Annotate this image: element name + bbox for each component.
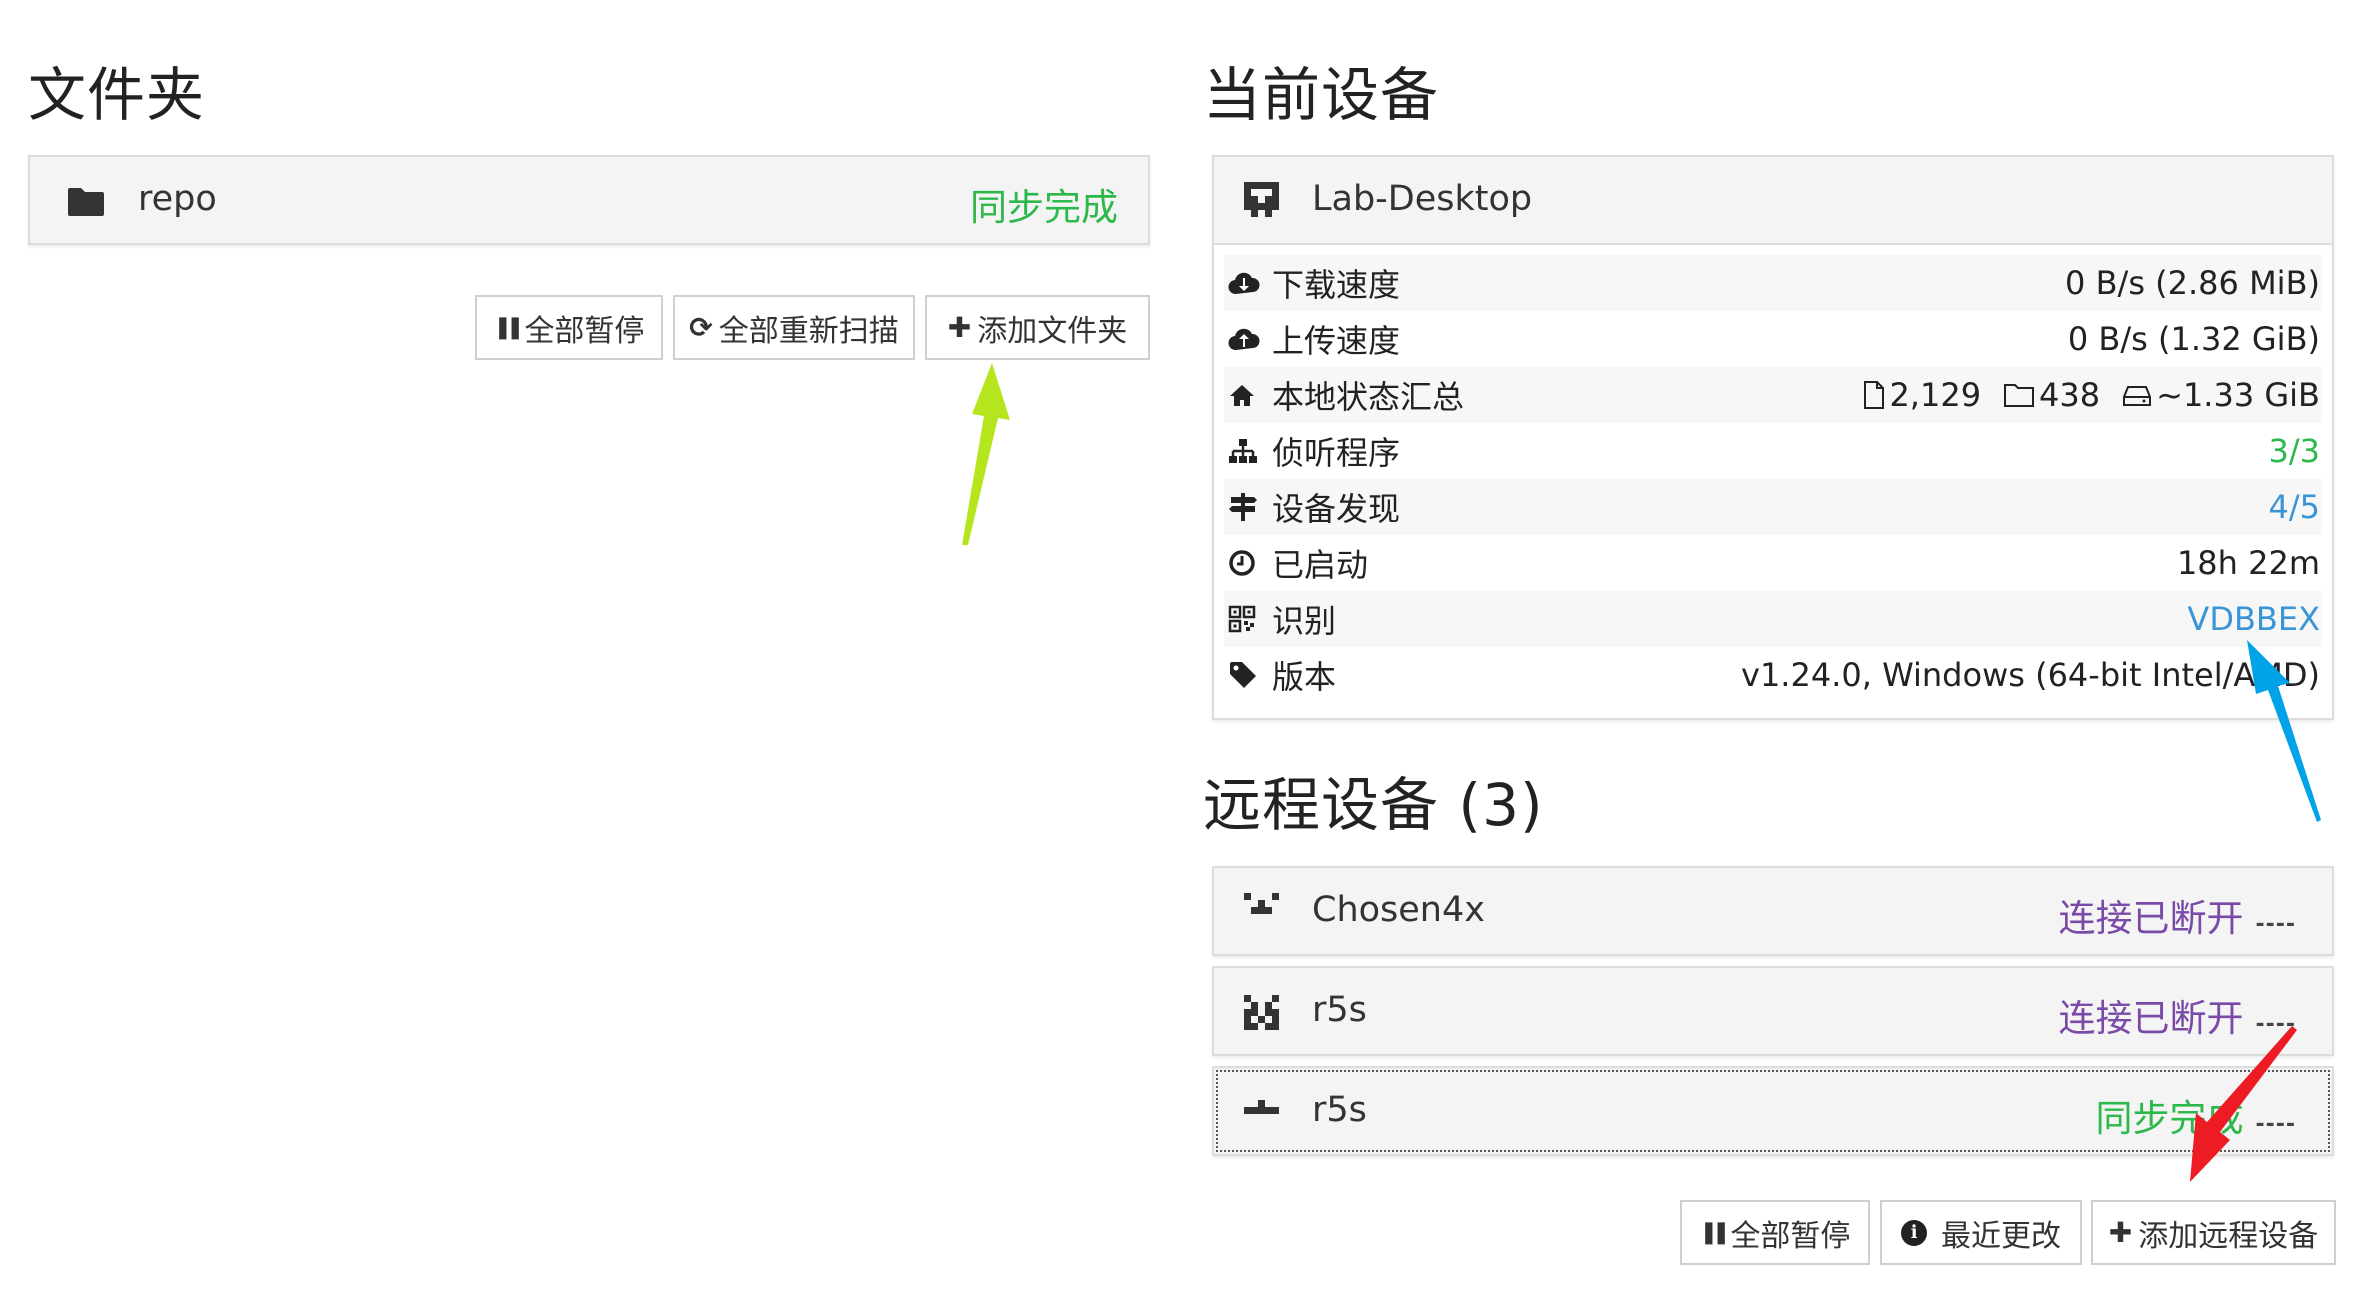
- recent-changes-button[interactable]: ℹ 最近更改: [1880, 1200, 2082, 1265]
- refresh-icon: ⟳: [689, 311, 713, 344]
- discovery-row: 设备发现 4/5: [1224, 479, 2322, 535]
- row-value: v1.24.0, Windows (64-bit Intel/AMD): [1741, 656, 2320, 694]
- device-identicon: [1244, 182, 1279, 217]
- file-icon: [1864, 381, 1885, 409]
- green-arrow: [962, 363, 1010, 545]
- upload-rate-row: 上传速度 0 B/s (1.32 GiB): [1224, 311, 2322, 367]
- remote-device-card[interactable]: Chosen4x 连接已断开 ----: [1212, 866, 2334, 956]
- device-identicon: [1244, 893, 1279, 928]
- uptime-row: 已启动 18h 22m: [1224, 535, 2322, 591]
- status-extra: ----: [2255, 912, 2296, 937]
- remote-device-status: 连接已断开 ----: [2058, 988, 2296, 1042]
- button-label: 全部暂停: [1730, 1218, 1851, 1254]
- button-label: 添加文件夹: [977, 313, 1128, 349]
- dir-count: 438: [2039, 376, 2101, 414]
- rescan-all-button[interactable]: ⟳ 全部重新扫描: [673, 295, 915, 360]
- remote-device-card[interactable]: r5s 连接已断开 ----: [1212, 966, 2334, 1056]
- row-value: 18h 22m: [2176, 544, 2320, 582]
- device-id-link[interactable]: VDBBEX: [2187, 600, 2320, 638]
- row-label: 识别: [1272, 602, 1337, 640]
- button-label: 全部重新扫描: [718, 313, 899, 349]
- pause-icon: ❚❚: [1699, 1220, 1731, 1245]
- this-device-card: Lab-Desktop 下载速度 0 B/s (2.86 MiB) 上传速度 0…: [1212, 155, 2334, 720]
- status-extra: ----: [2255, 1012, 2296, 1037]
- device-id-row: 识别 VDBBEX: [1224, 591, 2322, 647]
- folder-outline-icon: [2004, 384, 2035, 407]
- home-icon: [1224, 383, 1272, 407]
- device-identicon: [1244, 1093, 1279, 1128]
- file-count: 2,129: [1889, 376, 1982, 414]
- qrcode-icon: [1224, 605, 1272, 633]
- remote-device-name: Chosen4x: [1312, 890, 1485, 930]
- cloud-download-icon: [1224, 270, 1272, 296]
- tag-icon: [1224, 660, 1272, 690]
- folder-name: repo: [138, 179, 217, 219]
- button-label: 添加远程设备: [2138, 1218, 2319, 1254]
- add-remote-device-button[interactable]: ✚ 添加远程设备: [2091, 1200, 2336, 1265]
- cloud-upload-icon: [1224, 326, 1272, 352]
- hdd-icon: [2123, 386, 2152, 406]
- local-state-row: 本地状态汇总 2,129 438 ~1.33 GiB: [1224, 367, 2322, 423]
- row-label: 上传速度: [1272, 322, 1401, 360]
- row-label: 侦听程序: [1272, 434, 1401, 472]
- row-label: 已启动: [1272, 546, 1369, 584]
- row-label: 本地状态汇总: [1272, 378, 1465, 416]
- total-size: ~1.33 GiB: [2156, 376, 2320, 414]
- local-state-value: 2,129 438 ~1.33 GiB: [1863, 376, 2320, 414]
- folder-card-repo[interactable]: repo 同步完成: [28, 155, 1150, 245]
- row-value: 0 B/s (1.32 GiB): [2067, 320, 2320, 358]
- row-label: 下载速度: [1272, 266, 1401, 304]
- device-identicon: [1244, 995, 1279, 1030]
- remote-device-status: 连接已断开 ----: [2058, 888, 2296, 942]
- folder-status: 同步完成: [970, 186, 1118, 229]
- status-text: 连接已断开: [2058, 897, 2244, 940]
- clock-icon: [1224, 549, 1272, 577]
- remote-devices-title: 远程设备 (3): [1203, 771, 1544, 839]
- row-label: 设备发现: [1272, 490, 1401, 528]
- signpost-icon: [1224, 491, 1272, 523]
- plus-icon: ✚: [2108, 1216, 2133, 1249]
- status-text: 同步完成: [2095, 1097, 2244, 1140]
- plus-icon: ✚: [947, 311, 972, 344]
- row-value[interactable]: 4/5: [2269, 488, 2321, 526]
- row-value[interactable]: 3/3: [2269, 432, 2321, 470]
- remote-device-card-focused[interactable]: r5s 同步完成 ----: [1212, 1066, 2334, 1156]
- row-value: 0 B/s (2.86 MiB): [2065, 264, 2320, 302]
- folder-icon: [68, 188, 104, 216]
- download-rate-row: 下载速度 0 B/s (2.86 MiB): [1224, 255, 2322, 311]
- pause-all-devices-button[interactable]: ❚❚ 全部暂停: [1680, 1200, 1870, 1265]
- pause-icon: ❚❚: [493, 315, 525, 340]
- pause-all-folders-button[interactable]: ❚❚ 全部暂停: [475, 295, 663, 360]
- this-device-name: Lab-Desktop: [1312, 179, 1533, 219]
- version-row: 版本 v1.24.0, Windows (64-bit Intel/AMD): [1224, 647, 2322, 703]
- listeners-row: 侦听程序 3/3: [1224, 423, 2322, 479]
- row-label: 版本: [1272, 658, 1337, 696]
- button-label: 全部暂停: [524, 313, 645, 349]
- sitemap-icon: [1224, 437, 1272, 465]
- status-text: 连接已断开: [2058, 997, 2244, 1040]
- folders-title: 文件夹: [28, 61, 206, 129]
- status-extra: ----: [2255, 1112, 2296, 1137]
- info-circle-icon: ℹ: [1901, 1219, 1927, 1246]
- add-folder-button[interactable]: ✚ 添加文件夹: [925, 295, 1150, 360]
- this-device-title: 当前设备: [1203, 61, 1440, 129]
- this-device-header[interactable]: Lab-Desktop: [1214, 157, 2332, 245]
- remote-device-name: r5s: [1312, 1090, 1367, 1130]
- button-label: 最近更改: [1941, 1218, 2061, 1254]
- remote-device-status: 同步完成 ----: [2095, 1088, 2296, 1142]
- remote-device-name: r5s: [1312, 990, 1367, 1030]
